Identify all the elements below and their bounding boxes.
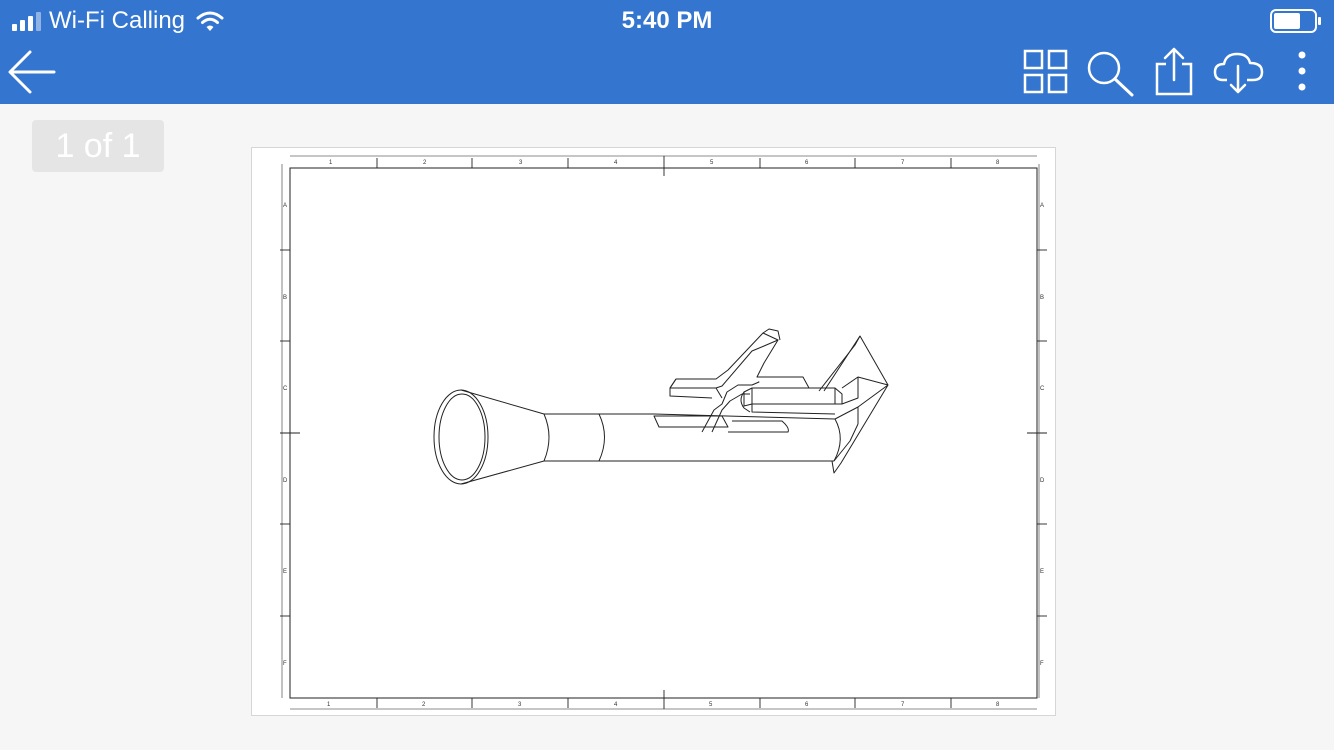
column-labels-bottom: 1 2 3 4 5 6 7 8 — [327, 702, 1000, 708]
column-label: 8 — [996, 702, 1000, 708]
technical-drawing: 1 2 3 4 5 6 7 8 1 2 3 4 5 6 7 8 A B C D … — [280, 155, 1047, 710]
column-label: 3 — [518, 702, 522, 708]
row-label: F — [1040, 661, 1044, 667]
column-label: 7 — [901, 702, 905, 708]
app-header: Wi-Fi Calling 5:40 PM — [0, 0, 1334, 104]
more-vertical-icon[interactable] — [1292, 50, 1312, 96]
share-icon[interactable] — [1152, 46, 1196, 98]
row-label: B — [283, 295, 287, 301]
cloud-download-icon[interactable] — [1212, 48, 1266, 96]
column-labels-top: 1 2 3 4 5 6 7 8 — [329, 160, 1000, 166]
column-label: 2 — [422, 702, 426, 708]
column-label: 6 — [805, 160, 809, 166]
column-label: 2 — [423, 160, 427, 166]
row-label: C — [1040, 386, 1045, 392]
column-label: 3 — [519, 160, 523, 166]
row-labels-left: A B C D E F — [283, 203, 288, 667]
column-label: 5 — [710, 160, 714, 166]
part-sketch — [433, 328, 889, 485]
drawing-sheet[interactable]: 1 2 3 4 5 6 7 8 1 2 3 4 5 6 7 8 A B C D … — [251, 147, 1056, 716]
row-label: B — [1040, 295, 1044, 301]
column-label: 1 — [329, 160, 333, 166]
status-time: 5:40 PM — [621, 7, 713, 34]
search-icon[interactable] — [1084, 48, 1136, 98]
column-label: 4 — [614, 160, 618, 166]
page-indicator: 1 of 1 — [32, 120, 164, 172]
column-label: 7 — [901, 160, 905, 166]
column-label: 5 — [709, 702, 713, 708]
column-label: 8 — [996, 160, 1000, 166]
arrow-left-icon[interactable] — [6, 48, 58, 96]
column-label: 4 — [614, 702, 618, 708]
row-label: C — [283, 386, 288, 392]
row-label: D — [283, 478, 288, 484]
grid-view-icon[interactable] — [1022, 48, 1070, 96]
row-label: A — [1040, 203, 1044, 209]
row-label: D — [1040, 478, 1045, 484]
row-label: E — [283, 569, 287, 575]
column-label: 1 — [327, 702, 331, 708]
row-label: A — [283, 203, 287, 209]
battery-icon — [1270, 9, 1321, 33]
row-label: F — [283, 661, 287, 667]
column-label: 6 — [805, 702, 809, 708]
row-labels-right: A B C D E F — [1040, 203, 1045, 667]
row-label: E — [1040, 569, 1044, 575]
